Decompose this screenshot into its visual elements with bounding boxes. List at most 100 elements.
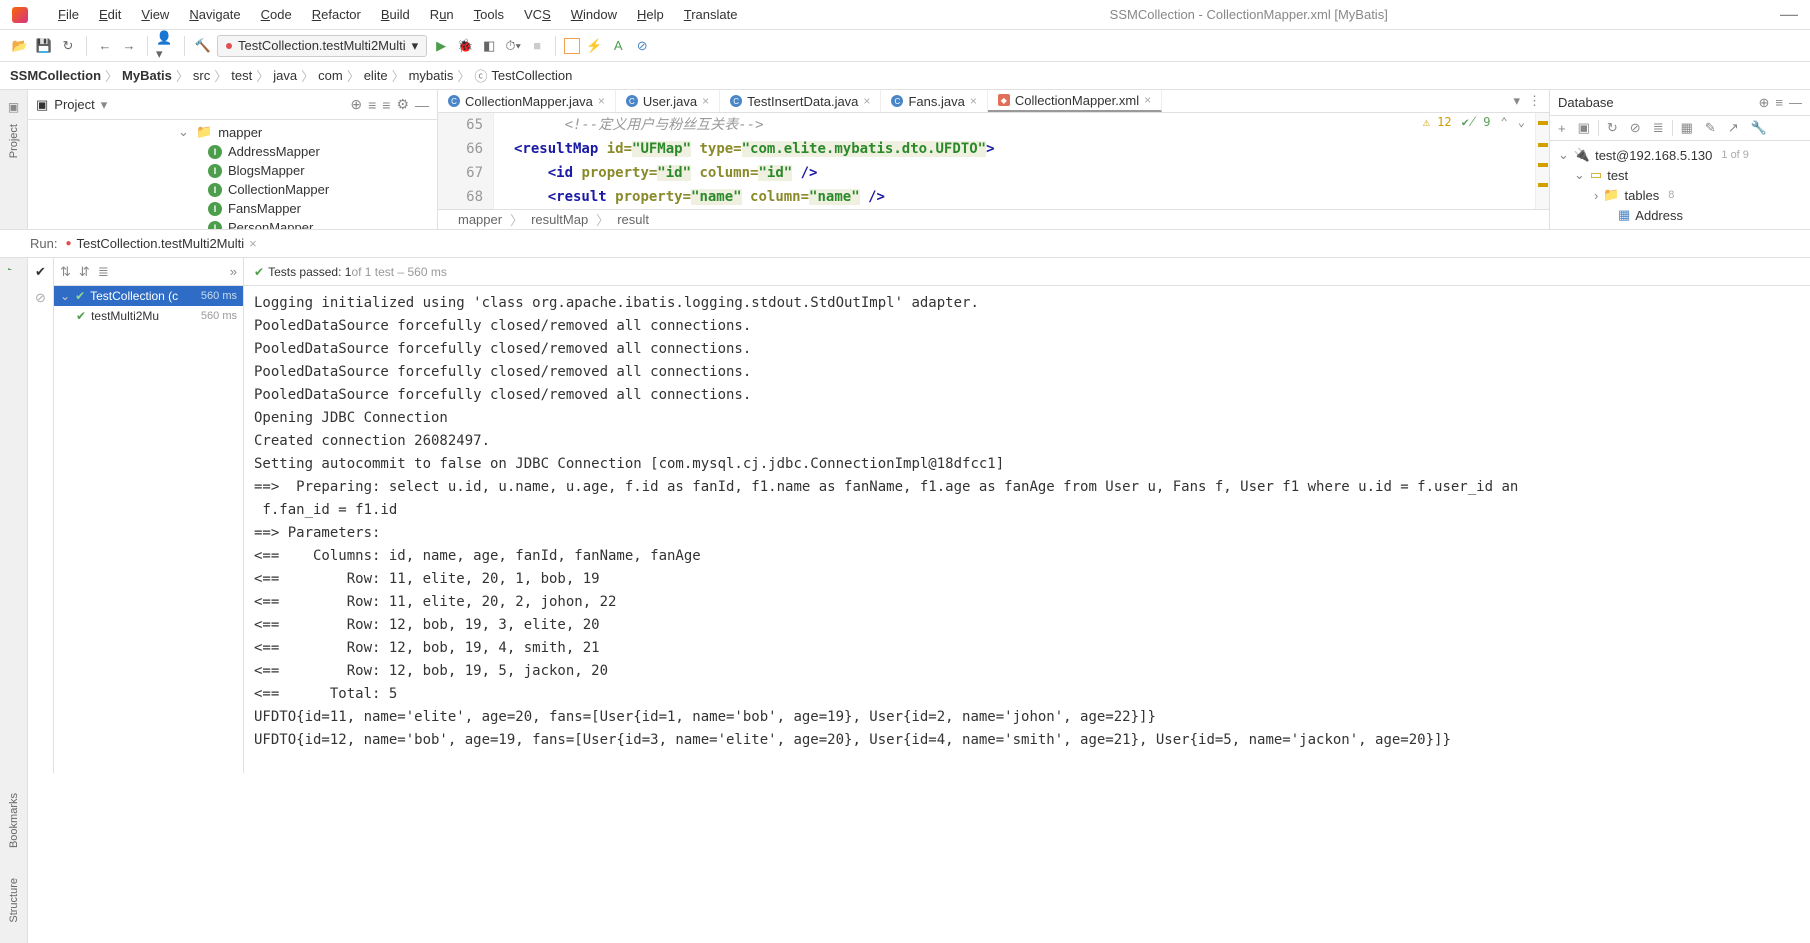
db-settings-icon[interactable]: 🔧 [1747,120,1771,136]
menu-help[interactable]: Help [627,3,674,26]
tab-dropdown-icon[interactable]: ▾ [1513,93,1520,109]
more-icon[interactable]: » [230,264,237,279]
check-ignore-icon[interactable]: ⊘ [35,290,46,306]
test-item-1[interactable]: ✔testMulti2Mu560 ms [54,306,243,326]
editor-bc-item[interactable]: resultMap [531,212,588,227]
breadcrumb-item[interactable]: TestCollection [491,68,572,83]
menu-run[interactable]: Run [420,3,464,26]
db-item-test[interactable]: ⌄▭test [1550,165,1810,185]
project-dropdown-caret[interactable]: ▾ [101,97,108,113]
db-item-tables[interactable]: ›📁tables8 [1550,185,1810,205]
db-item-test@192.168.5.130[interactable]: ⌄🔌test@192.168.5.1301 of 9 [1550,145,1810,165]
collapse-icon[interactable]: ≡ [382,97,390,113]
back-icon[interactable]: ← [95,36,115,56]
stop-icon[interactable]: ■ [527,36,547,56]
db-add-icon[interactable]: ⊕ [1759,95,1770,111]
editor-bc-item[interactable]: mapper [458,212,502,227]
db-hide-icon[interactable]: — [1789,95,1802,110]
sort-time-icon[interactable]: ⇵ [79,264,90,280]
breadcrumb-item[interactable]: MyBatis [122,68,172,83]
db-item-Address[interactable]: ▦Address [1550,205,1810,225]
project-item-mapper[interactable]: ⌄📁mapper [28,122,437,142]
lang-icon[interactable]: A [608,36,628,56]
menu-vcs[interactable]: VCS [514,3,561,26]
prev-highlight-icon[interactable]: ⌃ [1501,115,1508,129]
coverage-icon[interactable]: ◧ [479,36,499,56]
hide-icon[interactable]: — [415,97,429,113]
db-edit-icon[interactable]: ✎ [1701,120,1720,136]
debug-icon[interactable]: 🐞 [455,36,475,56]
users-icon[interactable]: 👤▾ [156,36,176,56]
close-icon[interactable]: × [863,94,870,108]
refresh-icon[interactable]: ↻ [58,36,78,56]
menu-view[interactable]: View [131,3,179,26]
db-new-icon[interactable]: + [1554,121,1570,136]
profile-icon[interactable]: ⏱▾ [503,36,523,56]
minimize-button[interactable]: — [1780,4,1798,25]
db-stop-icon[interactable]: ⊘ [1626,120,1645,136]
next-highlight-icon[interactable]: ⌄ [1518,115,1525,129]
menu-file[interactable]: File [48,3,89,26]
close-icon[interactable]: × [249,236,257,251]
breadcrumb-item[interactable]: src [193,68,210,83]
forward-icon[interactable]: → [119,36,139,56]
menu-navigate[interactable]: Navigate [179,3,250,26]
project-item-fansmapper[interactable]: IFansMapper [28,199,437,218]
project-item-collectionmapper[interactable]: ICollectionMapper [28,180,437,199]
markers-bar[interactable] [1535,113,1549,209]
db-table-icon[interactable]: ▦ [1677,120,1697,136]
menu-window[interactable]: Window [561,3,627,26]
breadcrumb-item[interactable]: java [273,68,297,83]
disable-icon[interactable]: ⊘ [632,36,652,56]
expand-icon[interactable]: ≡ [368,97,376,113]
editor-bc-item[interactable]: result [617,212,649,227]
db-jump-icon[interactable]: ↗ [1724,120,1743,136]
bookmarks-tool-label[interactable]: Bookmarks [8,793,20,848]
db-duplicate-icon[interactable]: ▣ [1574,120,1594,136]
menu-edit[interactable]: Edit [89,3,131,26]
breadcrumb-item[interactable]: mybatis [409,68,454,83]
breadcrumb-item[interactable]: com [318,68,343,83]
open-icon[interactable]: 📂 [10,36,30,56]
breadcrumb-item[interactable]: test [231,68,252,83]
menu-translate[interactable]: Translate [674,3,748,26]
tab-TestInsertData.java[interactable]: CTestInsertData.java× [720,90,881,112]
project-item-blogsmapper[interactable]: IBlogsMapper [28,161,437,180]
markup-icon[interactable] [564,38,580,54]
check-pass-icon[interactable]: ✔ [35,264,46,280]
sort-alpha-icon[interactable]: ⇅ [60,264,71,280]
structure-tool-label[interactable]: Structure [8,878,20,923]
close-icon[interactable]: × [970,94,977,108]
breadcrumb-item[interactable]: elite [364,68,388,83]
close-icon[interactable]: × [702,94,709,108]
tab-Fans.java[interactable]: CFans.java× [881,90,987,112]
expand-all-icon[interactable]: ≣ [98,264,109,280]
breadcrumb-item[interactable]: SSMCollection [10,68,101,83]
close-icon[interactable]: × [1144,93,1151,107]
run-tab[interactable]: ● TestCollection.testMulti2Multi × [65,236,256,251]
db-expand-icon[interactable]: ≡ [1775,95,1783,110]
tab-User.java[interactable]: CUser.java× [616,90,720,112]
warning-badge[interactable]: ⚠ 12 [1423,115,1452,129]
menu-refactor[interactable]: Refactor [302,3,371,26]
menu-build[interactable]: Build [371,3,420,26]
code-area[interactable]: ⚠ 12 ✔̸ 9 ⌃ ⌄ <!--定义用户与粉丝互关表--><resultMa… [494,113,1535,209]
run-icon[interactable]: ▶ [431,36,451,56]
db-refresh-icon[interactable]: ↻ [1603,120,1622,136]
project-tool-icon[interactable]: ▣ [8,100,19,114]
run-config-selector[interactable]: TestCollection.testMulti2Multi ▾ [217,35,427,57]
close-icon[interactable]: × [598,94,605,108]
project-dropdown-icon[interactable]: ▣ [36,97,48,113]
save-icon[interactable]: 💾 [34,36,54,56]
typo-badge[interactable]: ✔̸ 9 [1462,115,1491,129]
tab-more-icon[interactable]: ⋮ [1528,93,1541,109]
settings-icon[interactable]: ⚙ [396,96,409,113]
tab-CollectionMapper.xml[interactable]: ◆CollectionMapper.xml× [988,90,1162,112]
menu-tools[interactable]: Tools [464,3,514,26]
menu-code[interactable]: Code [251,3,302,26]
select-opened-icon[interactable]: ⊕ [350,96,362,113]
project-tool-label[interactable]: Project [8,124,20,158]
project-item-personmapper[interactable]: IPersonMapper [28,218,437,229]
db-filter-icon[interactable]: ≣ [1649,120,1668,136]
project-item-addressmapper[interactable]: IAddressMapper [28,142,437,161]
